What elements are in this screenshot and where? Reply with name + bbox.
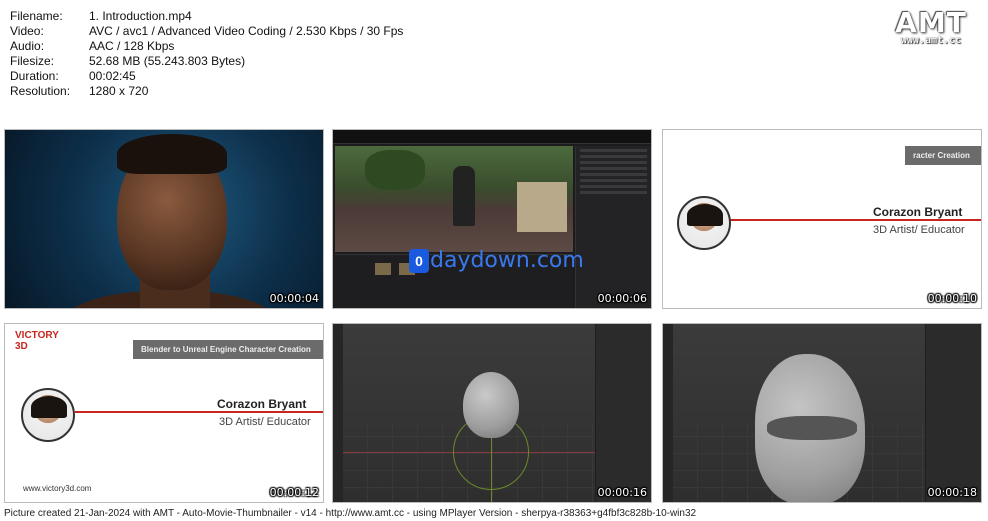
timestamp: 00:00:12 — [269, 486, 319, 499]
outliner-row — [580, 173, 647, 176]
watermark-text: daydown.com — [430, 248, 584, 273]
presenter-name: Corazon Bryant — [873, 205, 963, 219]
presenter-role: 3D Artist/ Educator — [873, 224, 965, 236]
thumbnail-6[interactable]: 00:00:18 — [662, 323, 982, 503]
meta-key: Resolution: — [10, 84, 71, 98]
editor-toolbar — [333, 130, 651, 144]
thumbnail-2[interactable]: 0 daydown.com 00:00:06 — [332, 129, 652, 309]
divider-line — [75, 411, 323, 413]
folder-icon — [375, 263, 391, 275]
meta-key: Filename: — [10, 9, 63, 23]
divider-line — [729, 219, 981, 221]
presenter-name: Corazon Bryant — [217, 397, 307, 411]
outliner-panel — [575, 146, 651, 308]
meta-value: 1280 x 720 — [89, 84, 149, 98]
meta-key: Duration: — [10, 69, 59, 83]
avatar-hair — [687, 204, 723, 226]
avatar — [21, 388, 75, 442]
course-title-bar: Blender to Unreal Engine Character Creat… — [133, 340, 323, 359]
brand-sub: 3D — [15, 341, 28, 352]
outliner-row — [580, 185, 647, 188]
meta-row-video: Video: AVC / avc1 / Advanced Video Codin… — [10, 24, 403, 39]
crate-shape — [517, 182, 567, 232]
meta-row-audio: Audio: AAC / 128 Kbps — [10, 39, 403, 54]
watermark: 0 daydown.com — [409, 248, 584, 273]
tool-shelf — [663, 324, 673, 502]
properties-panel — [925, 324, 981, 502]
meta-value: 1. Introduction.mp4 — [89, 9, 192, 23]
thumbnail-5[interactable]: 00:00:16 — [332, 323, 652, 503]
footer-credit: Picture created 21-Jan-2024 with AMT - A… — [4, 508, 697, 519]
character-hair — [117, 134, 227, 174]
timestamp: 00:00:10 — [927, 292, 977, 305]
meta-row-duration: Duration: 00:02:45 — [10, 69, 403, 84]
meta-key: Video: — [10, 24, 44, 38]
outliner-row — [580, 167, 647, 170]
sculpt-head — [463, 372, 519, 438]
editor-viewport — [335, 146, 573, 252]
avatar-hair — [31, 396, 67, 418]
timestamp: 00:00:16 — [597, 486, 647, 499]
watermark-badge: 0 — [409, 248, 429, 273]
meta-row-resolution: Resolution: 1280 x 720 — [10, 84, 403, 99]
brand-main: VICTORY — [15, 330, 59, 341]
meta-value: 00:02:45 — [89, 69, 136, 83]
sculpt-eye-region — [767, 416, 857, 440]
tree-shape — [365, 150, 425, 190]
meta-value: AVC / avc1 / Advanced Video Coding / 2.5… — [89, 24, 404, 38]
avatar — [677, 196, 731, 250]
course-title-bar: racter Creation — [905, 146, 981, 165]
character-shape — [453, 166, 475, 226]
timestamp: 00:00:18 — [927, 486, 977, 499]
site-url: www.victory3d.com — [23, 484, 92, 493]
timestamp: 00:00:06 — [597, 292, 647, 305]
meta-value: AAC / 128 Kbps — [89, 39, 175, 53]
tool-shelf — [333, 324, 343, 502]
amt-logo: AMT www.amt.cc — [886, 6, 976, 46]
meta-value: 52.68 MB (55.243.803 Bytes) — [89, 54, 246, 68]
outliner-row — [580, 155, 647, 158]
brand-logo: VICTORY 3D — [15, 330, 59, 352]
outliner-row — [580, 179, 647, 182]
outliner-row — [580, 161, 647, 164]
properties-panel — [595, 324, 651, 502]
thumbnail-1[interactable]: 00:00:04 — [4, 129, 324, 309]
thumbnail-4[interactable]: VICTORY 3D Blender to Unreal Engine Char… — [4, 323, 324, 503]
presenter-role: 3D Artist/ Educator — [219, 416, 311, 428]
outliner-row — [580, 149, 647, 152]
meta-row-filesize: Filesize: 52.68 MB (55.243.803 Bytes) — [10, 54, 403, 69]
meta-key: Filesize: — [10, 54, 55, 68]
timestamp: 00:00:04 — [269, 292, 319, 305]
outliner-row — [580, 191, 647, 194]
file-metadata: Filename: 1. Introduction.mp4 Video: AVC… — [10, 9, 403, 99]
meta-row-filename: Filename: 1. Introduction.mp4 — [10, 9, 403, 24]
thumbnail-3[interactable]: racter Creation Corazon Bryant 3D Artist… — [662, 129, 982, 309]
meta-key: Audio: — [10, 39, 45, 53]
